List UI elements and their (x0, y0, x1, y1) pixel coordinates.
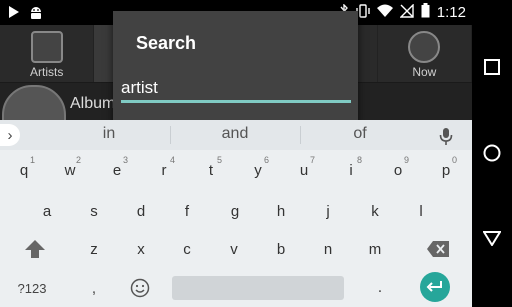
suggestion-2[interactable]: and (175, 125, 295, 143)
key-e[interactable]: e3 (109, 155, 128, 179)
key-q[interactable]: q1 (16, 155, 35, 179)
key-letter: i (349, 162, 353, 179)
key-letter: q (19, 162, 29, 179)
clock: 1:12 (436, 3, 466, 21)
search-input[interactable] (121, 77, 351, 99)
key-number-hint: 5 (216, 155, 222, 165)
key-j[interactable]: j (320, 203, 336, 220)
key-f[interactable]: f (179, 203, 195, 220)
android-notification-icon (28, 4, 44, 25)
suggestion-1[interactable]: in (49, 125, 169, 143)
recents-button[interactable] (472, 47, 512, 87)
battery-icon (421, 3, 430, 21)
no-signal-icon (399, 2, 414, 21)
tab-label: Artists (30, 65, 64, 79)
home-button[interactable] (472, 133, 512, 173)
chevron-right-icon: › (7, 126, 13, 144)
key-b[interactable]: b (273, 241, 289, 258)
divider (170, 126, 171, 144)
search-dialog: Search (113, 11, 358, 124)
key-number-hint: 0 (451, 155, 457, 165)
key-number-hint: 3 (122, 155, 128, 165)
triangle-back-icon (483, 231, 501, 246)
microphone-icon (30, 31, 63, 63)
smiley-icon (130, 278, 150, 298)
suggestion-3[interactable]: of (300, 125, 420, 143)
key-o[interactable]: o9 (390, 155, 409, 179)
key-number-hint: 8 (356, 155, 362, 165)
dialog-title: Search (136, 33, 197, 53)
back-button[interactable] (472, 218, 512, 258)
return-arrow-icon (426, 281, 442, 292)
key-p[interactable]: p0 (438, 155, 457, 179)
key-a[interactable]: a (39, 203, 55, 220)
key-h[interactable]: h (273, 203, 289, 220)
key-c[interactable]: c (179, 241, 195, 258)
key-i[interactable]: i8 (343, 155, 362, 179)
key-letter: t (208, 162, 214, 179)
key-g[interactable]: g (227, 203, 243, 220)
soft-keyboard: › in and of q1w2e3r4t5y6u7i8o9p0 asdfghj… (0, 120, 472, 307)
key-letter: p (441, 162, 451, 179)
key-letter: u (299, 162, 309, 179)
wifi-icon (376, 4, 393, 20)
tab-label: Now (412, 65, 437, 79)
key-w[interactable]: w2 (62, 155, 81, 179)
key-l[interactable]: l (413, 203, 429, 220)
tab-artists[interactable]: Artists (0, 25, 95, 82)
suggestion-strip: › in and of (0, 120, 472, 150)
key-number-hint: 6 (263, 155, 269, 165)
key-y[interactable]: y6 (250, 155, 269, 179)
key-z[interactable]: z (86, 241, 102, 258)
disc-icon (408, 31, 441, 63)
emoji-key[interactable] (126, 274, 154, 302)
key-number-hint: 4 (169, 155, 175, 165)
key-d[interactable]: d (133, 203, 149, 220)
key-u[interactable]: u7 (296, 155, 315, 179)
enter-key[interactable] (420, 272, 450, 302)
circle-icon (483, 144, 501, 162)
key-letter: o (393, 162, 403, 179)
list-item-label: Album (70, 95, 116, 112)
key-number-hint: 1 (29, 155, 35, 165)
backspace-icon (427, 241, 449, 257)
expand-suggestions-button[interactable]: › (0, 124, 20, 146)
comma-key[interactable]: , (82, 274, 106, 302)
key-t[interactable]: t5 (203, 155, 222, 179)
key-k[interactable]: k (367, 203, 383, 220)
key-letter: e (112, 162, 122, 179)
space-key[interactable] (172, 276, 344, 300)
key-letter: y (254, 162, 262, 179)
shift-key[interactable] (15, 233, 55, 265)
period-key[interactable]: . (368, 274, 392, 302)
key-r[interactable]: r4 (156, 155, 176, 179)
key-s[interactable]: s (86, 203, 102, 220)
key-number-hint: 2 (75, 155, 81, 165)
play-notification-icon (8, 5, 20, 24)
input-underline (121, 100, 351, 103)
key-number-hint: 7 (309, 155, 315, 165)
mic-icon[interactable] (436, 126, 456, 146)
key-letter: r (161, 162, 167, 179)
key-letter: w (64, 162, 76, 179)
symbols-key[interactable]: ?123 (8, 274, 56, 302)
key-n[interactable]: n (320, 241, 336, 258)
key-v[interactable]: v (226, 241, 242, 258)
navigation-bar (472, 0, 512, 307)
key-number-hint: 9 (403, 155, 409, 165)
tab-now-playing[interactable]: Now (378, 25, 473, 82)
backspace-key[interactable] (418, 233, 458, 265)
square-icon (484, 59, 500, 75)
shift-arrow-icon (25, 240, 45, 258)
key-x[interactable]: x (133, 241, 149, 258)
key-m[interactable]: m (367, 241, 383, 258)
